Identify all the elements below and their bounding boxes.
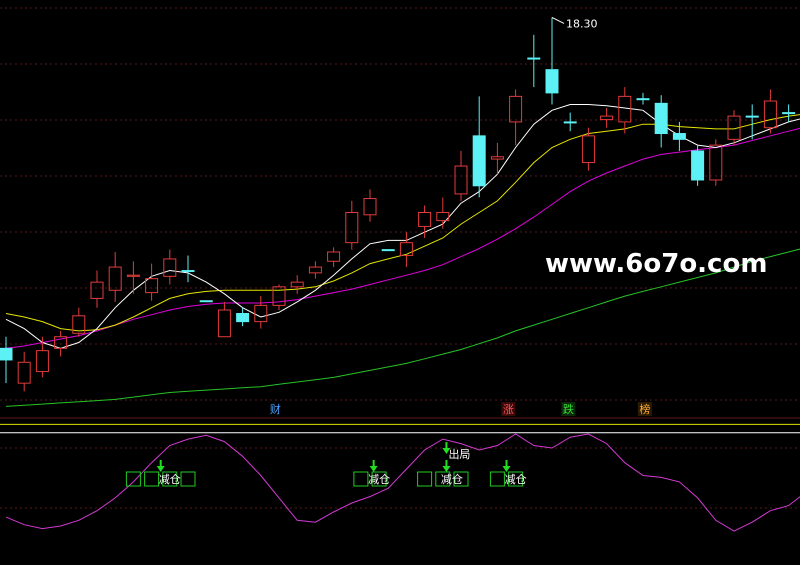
reduce-position-label: 减仓 (505, 472, 527, 486)
candle-body (782, 112, 796, 115)
candle[interactable] (381, 249, 395, 252)
event-marker-label: 涨 (503, 403, 514, 416)
event-marker[interactable]: 涨 (501, 402, 516, 416)
candle-body (636, 98, 650, 101)
candle-body (691, 150, 705, 181)
candle-body (199, 300, 213, 303)
event-marker-label: 榜 (639, 402, 650, 416)
event-marker-label: 财 (270, 402, 281, 416)
reduce-position-label: 减仓 (159, 472, 181, 486)
candle-body (381, 249, 395, 252)
event-marker[interactable]: 榜 (637, 402, 652, 416)
reduce-position-label: 减仓 (368, 472, 390, 486)
chart-background (0, 0, 800, 565)
candle[interactable] (691, 145, 705, 186)
candle-body (527, 57, 541, 60)
candle-body (0, 347, 13, 361)
candle-body (545, 69, 559, 94)
max-price-label: 18.30 (566, 17, 598, 30)
candle-body (472, 135, 486, 187)
exit-label: 出局 (448, 447, 470, 461)
event-marker[interactable]: 财 (268, 402, 283, 416)
candle-body (672, 133, 686, 140)
reduce-position-label: 减仓 (441, 472, 463, 486)
candle-body (236, 313, 250, 323)
event-marker[interactable]: 跌 (561, 402, 576, 416)
candle-body (654, 102, 668, 135)
event-marker-label: 跌 (563, 402, 574, 416)
candle-body (563, 121, 577, 124)
candle-body (745, 115, 759, 118)
candle-body (181, 270, 195, 273)
watermark: www.6o7o.com (545, 249, 767, 279)
stock-chart: 18.30 www.6o7o.com 财 涨 跌 榜 减仓 减仓 减仓 减仓 出局 (0, 0, 800, 565)
candle[interactable] (199, 300, 213, 303)
